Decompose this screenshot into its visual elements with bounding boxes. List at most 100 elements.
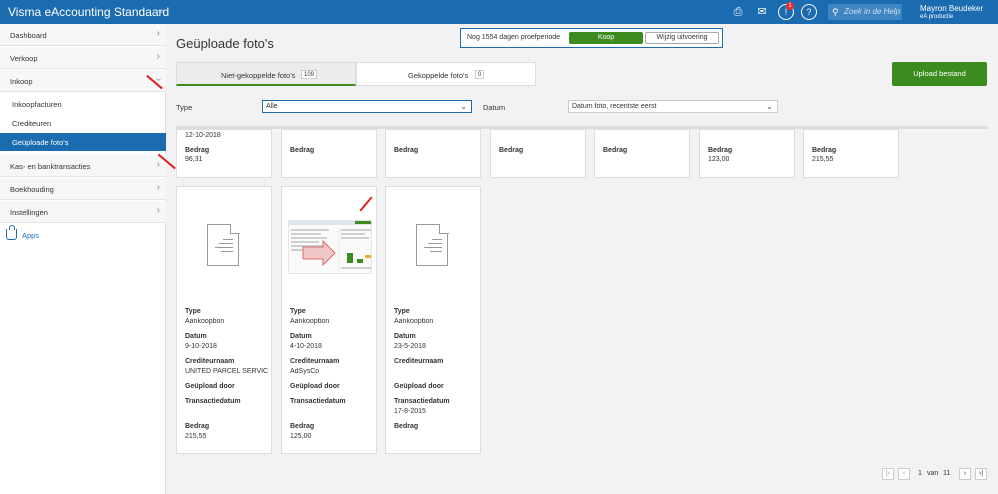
chevron-right-icon: › [156,51,160,62]
page-title: Geüploade foto's [176,36,274,51]
card-transaction-date: 17-8-2015 [394,408,426,415]
date-filter-value: Datum foto, recentste eerst [572,103,657,110]
card-creditor-label: Crediteurnaam [394,358,444,365]
total-pages: 11 [943,470,951,477]
photo-card[interactable]: Bedrag [594,129,690,178]
date-filter-label: Datum [483,103,506,112]
photo-card[interactable]: Type Aankoopbon Datum 23-5-2018 Crediteu… [385,186,481,454]
sidebar-item-label: Boekhouding [10,185,54,194]
document-icon [207,223,240,266]
sidebar-item-label: Dashboard [10,31,47,40]
tab-unlinked-photos[interactable]: Niet-gekoppelde foto's 109 [176,62,356,86]
card-type-label: Type [290,308,306,315]
sidebar-subitem-label: Inkoopfacturen [12,100,62,109]
card-date-label: Datum [290,333,312,340]
sidebar-subitem-inkoopfacturen[interactable]: Inkoopfacturen [0,95,166,113]
chevron-right-icon: › [156,182,160,193]
card-amount-label: Bedrag [603,147,628,154]
page-of-label: van [927,470,939,477]
first-page-button[interactable]: |‹ [882,468,894,480]
photo-card[interactable]: Bedrag [490,129,586,178]
card-uploaded-by-label: Geüpload door [290,383,340,390]
change-plan-button[interactable]: Wijzig uitvoering [645,32,719,44]
top-bar: Visma eAccounting Standaard ⌵ ⎙ ✉ ! 1 ? … [0,0,998,24]
chevron-right-icon: › [156,159,160,170]
card-type: Aankoopbon [185,318,225,325]
date-filter-select[interactable]: Datum foto, recentste eerst ⌄ [568,100,778,113]
chevron-right-icon: › [156,28,160,39]
type-filter-value: Alle [266,103,278,110]
user-org: eA productie [920,14,954,20]
card-creditor-label: Crediteurnaam [185,358,235,365]
card-date: 9-10-2018 [185,343,217,350]
sidebar-subitem-geuploade-fotos[interactable]: Geüploade foto's [0,133,166,151]
card-amount-label: Bedrag [394,423,419,430]
card-amount-label: Bedrag [812,147,837,154]
card-date: 23-5-2018 [394,343,426,350]
card-uploaded-by-label: Geüpload door [185,383,235,390]
sidebar-item-verkoop[interactable]: Verkoop › [0,47,166,69]
sidebar-item-instellingen[interactable]: Instellingen › [0,201,166,223]
sidebar-item-kas-bank[interactable]: Kas- en banktransacties › [0,155,166,177]
chat-icon[interactable]: ✉ [754,4,770,20]
chevron-right-icon: › [156,205,160,216]
tab-linked-photos[interactable]: Gekoppelde foto's 0 [356,62,536,86]
chevron-down-icon: ⌄ [460,102,467,111]
trial-banner: Nog 1554 dagen proefperiode Koop Wijzig … [460,28,723,48]
search-icon: ⚲ [832,7,839,17]
basket-icon [6,225,17,240]
help-search-placeholder: Zoek in de Help [844,7,901,16]
card-amount-label: Bedrag [290,423,315,430]
sidebar-item-label: Inkoop [10,77,33,86]
tab-label: Niet-gekoppelde foto's [221,71,296,80]
last-page-button[interactable]: ›| [975,468,987,480]
sidebar-item-label: Instellingen [10,208,48,217]
card-amount-label: Bedrag [185,147,210,154]
printer-icon[interactable]: ⎙ [730,4,746,20]
help-icon[interactable]: ? [801,4,817,20]
chevron-down-icon[interactable]: ⌵ [158,6,164,16]
photo-card[interactable]: Bedrag 123,00 [699,129,795,178]
user-name[interactable]: Mayron Beudeker [920,4,983,13]
chevron-down-icon: ⌄ [766,102,773,111]
card-type: Aankoopbon [394,318,434,325]
card-amount-label: Bedrag [185,423,210,430]
photo-card[interactable]: Type Aankoopbon Datum 4-10-2018 Crediteu… [281,186,377,454]
upload-file-button[interactable]: Upload bestand [892,62,987,86]
notification-badge: 1 [786,2,794,10]
tab-bar: Niet-gekoppelde foto's 109 Gekoppelde fo… [176,62,536,86]
card-type-label: Type [185,308,201,315]
sidebar-subitem-crediteuren[interactable]: Crediteuren [0,114,166,132]
sidebar-item-boekhouding[interactable]: Boekhouding › [0,178,166,200]
current-page: 1 [918,470,922,477]
sidebar-subitem-label: Crediteuren [12,119,52,128]
card-transaction-date-label: Transactiedatum [394,398,450,405]
card-transaction-date-label: Transactiedatum [185,398,241,405]
next-page-button[interactable]: › [959,468,971,480]
prev-page-button[interactable]: ‹ [898,468,910,480]
photo-thumbnail [288,220,372,274]
tab-count-badge: 109 [301,70,318,79]
photo-card[interactable]: Bedrag [385,129,481,178]
trial-text: Nog 1554 dagen proefperiode [467,34,561,41]
photo-card[interactable]: 12-10-2018 Bedrag 96,31 [176,129,272,178]
photo-card[interactable]: Bedrag [281,129,377,178]
app-title[interactable]: Visma eAccounting Standaard [8,5,169,19]
sidebar-item-label: Kas- en banktransacties [10,162,91,171]
card-type-label: Type [394,308,410,315]
photo-card[interactable]: Bedrag 215,55 [803,129,899,178]
card-creditor-label: Crediteurnaam [290,358,340,365]
help-search-input[interactable]: ⚲ Zoek in de Help [828,4,902,20]
sidebar-item-inkoop[interactable]: Inkoop › [0,70,166,92]
sidebar-item-dashboard[interactable]: Dashboard › [0,24,166,46]
card-amount: 215,55 [812,156,834,163]
card-type: Aankoopbon [290,318,330,325]
buy-button[interactable]: Koop [569,32,643,44]
card-uploaded-by-label: Geüpload door [394,383,444,390]
card-amount: 123,00 [708,156,730,163]
card-date: 4-10-2018 [290,343,322,350]
photo-card[interactable]: Type Aankoopbon Datum 9-10-2018 Crediteu… [176,186,272,454]
type-filter-select[interactable]: Alle ⌄ [262,100,472,113]
card-amount: 125,00 [290,433,312,440]
card-date-label: Datum [394,333,416,340]
